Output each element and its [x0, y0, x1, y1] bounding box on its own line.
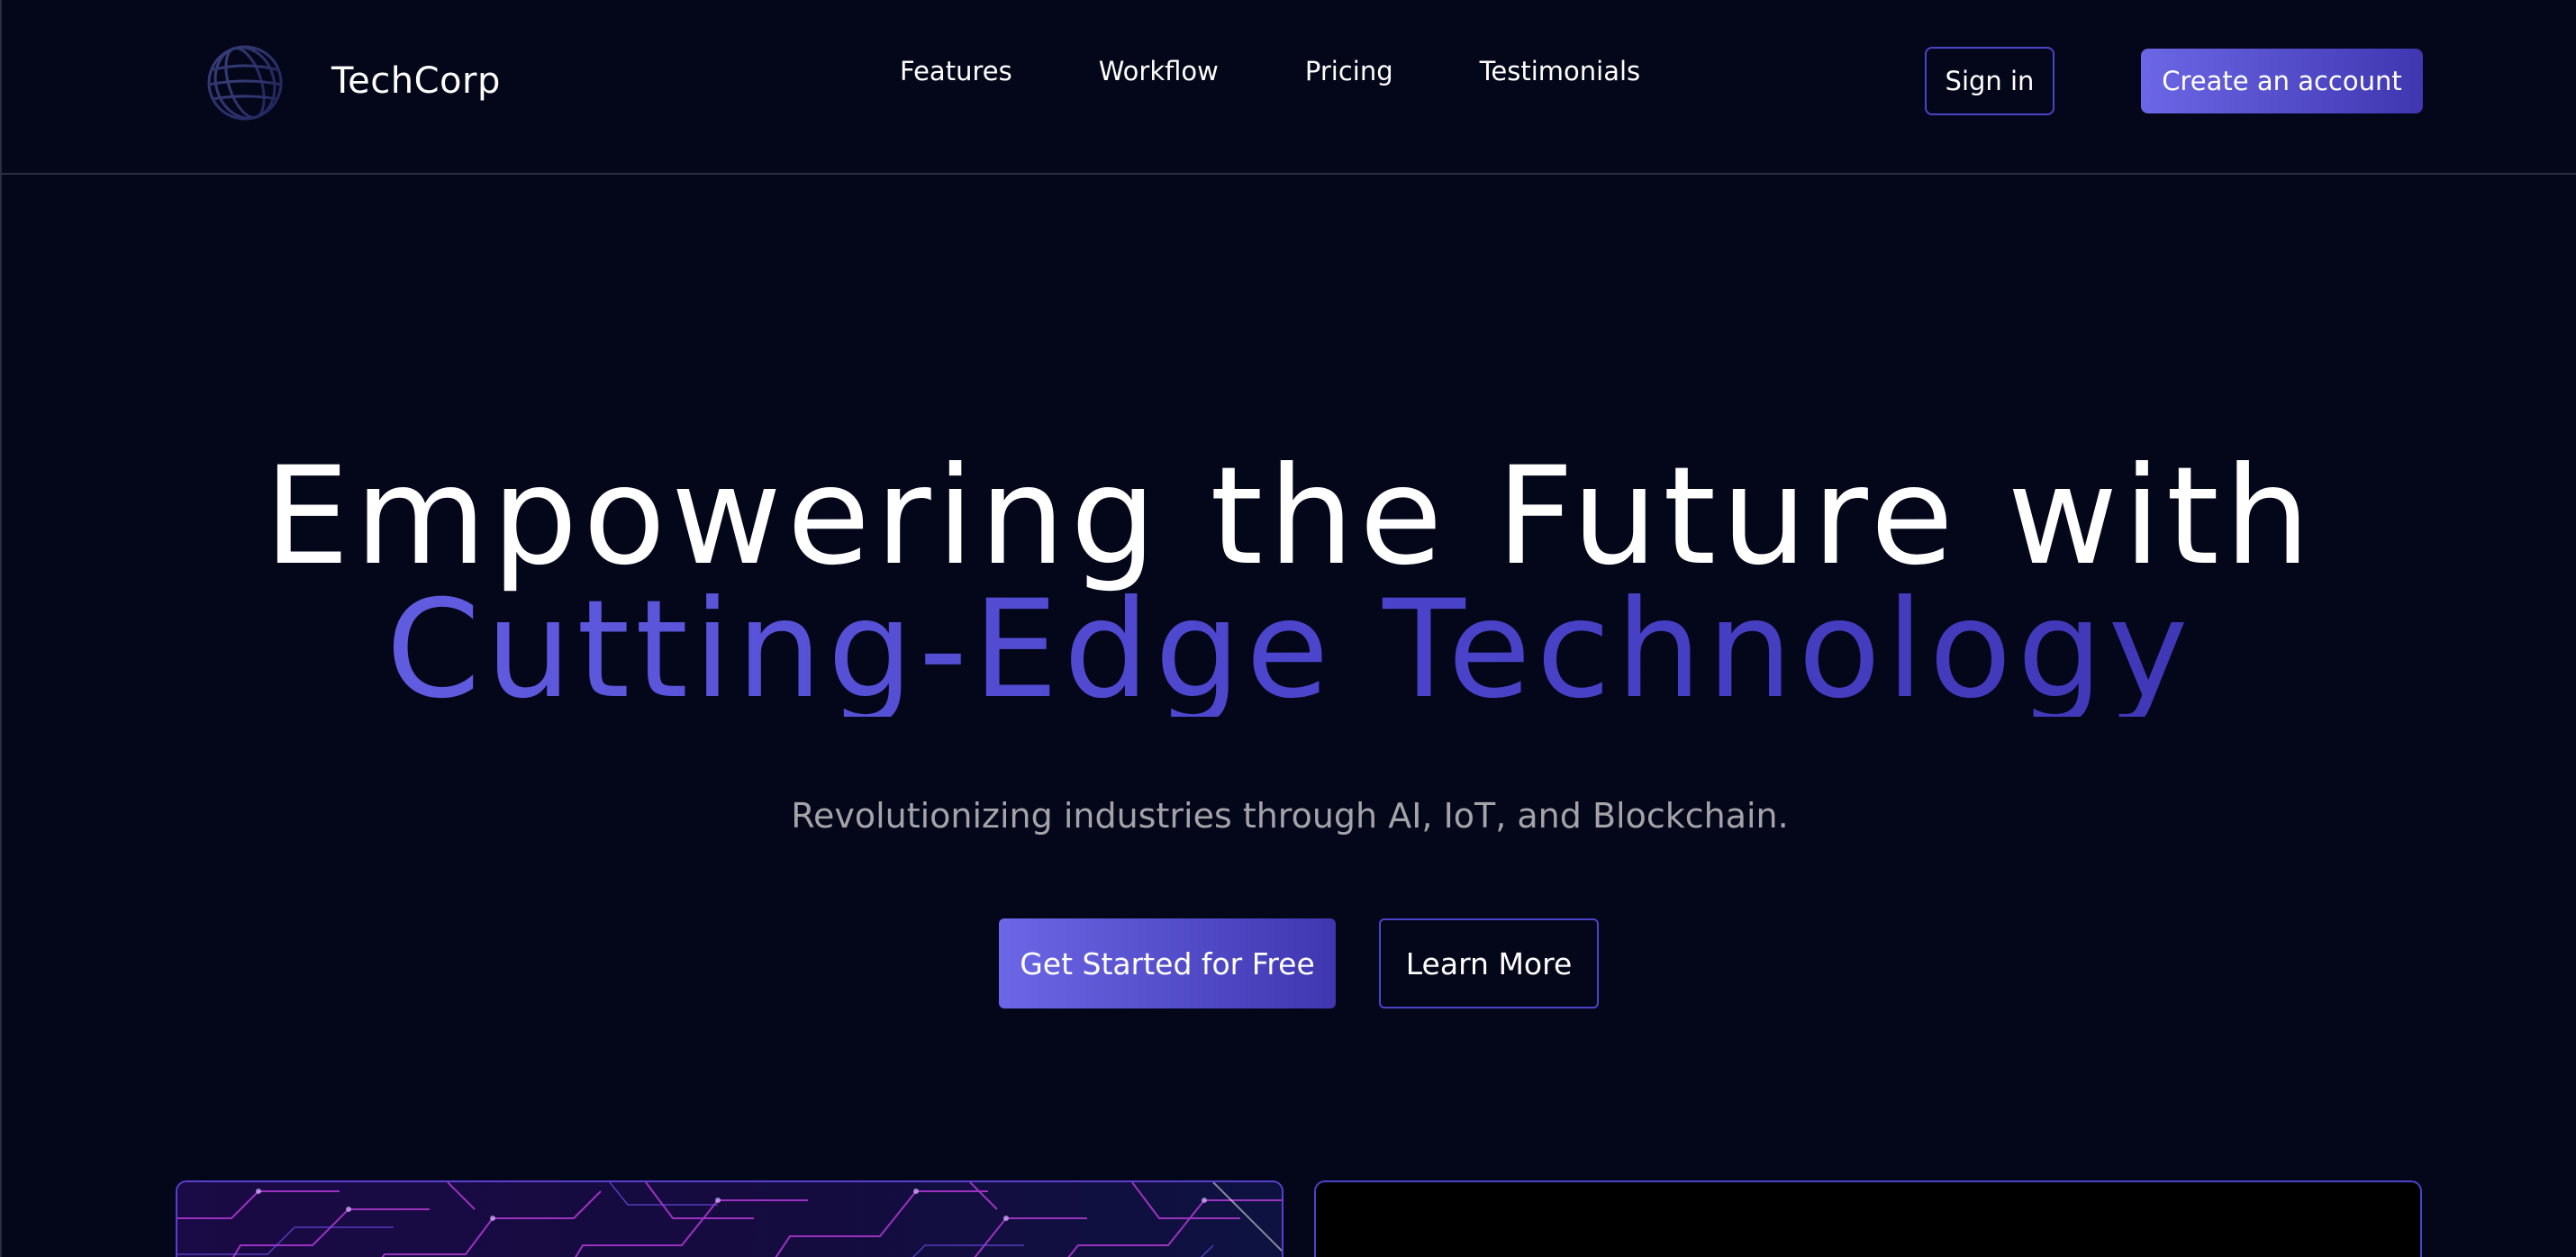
sign-in-button[interactable]: Sign in [1925, 47, 2054, 115]
navbar: TechCorp Features Workflow Pricing Testi… [2, 0, 2576, 175]
nav-link-testimonials[interactable]: Testimonials [1480, 56, 1641, 86]
create-account-button[interactable]: Create an account [2141, 49, 2423, 113]
nav-link-pricing[interactable]: Pricing [1305, 56, 1393, 86]
globe-icon [207, 45, 283, 121]
circuit-image-card [176, 1180, 1283, 1257]
main-nav: Features Workflow Pricing Testimonials [900, 56, 1640, 86]
circuit-image [177, 1182, 1282, 1257]
brand[interactable]: TechCorp [202, 36, 501, 126]
hero-title-line2: Cutting-Edge Technology [2, 583, 2576, 718]
hero-title-line1: Empowering the Future with [264, 439, 2316, 595]
get-started-button[interactable]: Get Started for Free [999, 918, 1336, 1008]
page: TechCorp Features Workflow Pricing Testi… [0, 0, 2576, 1257]
nav-link-features[interactable]: Features [900, 56, 1012, 86]
brand-name: TechCorp [331, 60, 501, 102]
hero-title: Empowering the Future with Cutting-Edge … [2, 439, 2576, 718]
nav-link-workflow[interactable]: Workflow [1099, 56, 1219, 86]
video-card[interactable] [1314, 1180, 2422, 1257]
learn-more-button[interactable]: Learn More [1379, 918, 1599, 1008]
hero-subtitle: Revolutionizing industries through AI, I… [791, 796, 1789, 836]
